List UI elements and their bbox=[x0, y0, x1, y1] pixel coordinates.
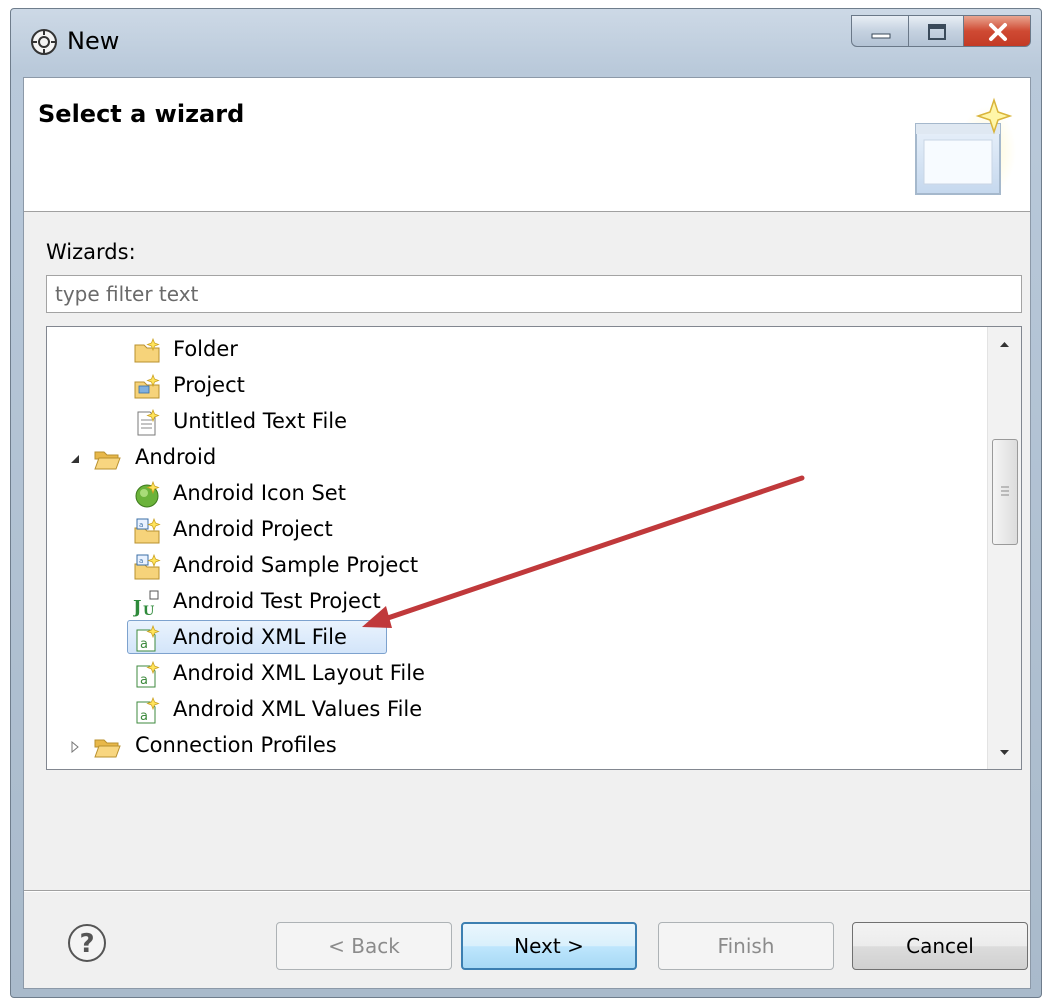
scroll-down-icon[interactable] bbox=[988, 735, 1021, 769]
tree-item-label: Project bbox=[173, 373, 245, 397]
tree-item-android-xml-file[interactable]: a Android XML File bbox=[47, 620, 987, 657]
help-icon[interactable]: ? bbox=[66, 922, 108, 964]
maximize-icon bbox=[928, 24, 946, 40]
tree-item-label: Untitled Text File bbox=[173, 409, 348, 433]
project-new-icon bbox=[134, 373, 160, 399]
svg-text:a: a bbox=[140, 709, 148, 724]
folder-open-icon bbox=[94, 451, 121, 470]
tree-item-folder[interactable]: Folder bbox=[47, 333, 987, 369]
junit-icon: J U bbox=[133, 590, 159, 617]
tree-item-label: Android Project bbox=[173, 517, 333, 541]
wizard-tree[interactable]: Folder Project Untitled Text File Androi… bbox=[46, 326, 1022, 770]
tree-item-android-test-project[interactable]: J U Android Test Project bbox=[47, 585, 987, 621]
tree-item-label: Android bbox=[135, 445, 217, 469]
filter-input[interactable] bbox=[46, 275, 1022, 313]
svg-text:U: U bbox=[143, 604, 155, 617]
tree-item-untitled-text-file[interactable]: Untitled Text File bbox=[47, 405, 987, 441]
android-xml-icon: a bbox=[136, 661, 160, 688]
back-button[interactable]: < Back bbox=[276, 922, 452, 970]
next-button[interactable]: Next > bbox=[461, 922, 637, 970]
title-bar[interactable]: New bbox=[11, 9, 1041, 67]
page-title: Select a wizard bbox=[38, 100, 245, 128]
tree-scrollbar[interactable] bbox=[987, 327, 1021, 769]
close-icon bbox=[989, 23, 1007, 41]
tree-item-android-project[interactable]: a Android Project bbox=[47, 513, 987, 549]
tree-item-android-xml-values-file[interactable]: a Android XML Values File bbox=[47, 693, 987, 729]
tree-item-project[interactable]: Project bbox=[47, 369, 987, 405]
tree-item-label: Android Test Project bbox=[173, 589, 381, 613]
tree-item-label: Connection Profiles bbox=[135, 733, 337, 757]
tree-item-android-xml-layout-file[interactable]: a Android XML Layout File bbox=[47, 657, 987, 693]
tree-item-label: Folder bbox=[173, 337, 238, 361]
svg-text:?: ? bbox=[79, 929, 94, 959]
minimize-icon bbox=[871, 33, 891, 39]
dialog-window: New Select a wizard Wizards: type filter… bbox=[10, 8, 1042, 998]
new-wizard-banner-icon bbox=[915, 97, 1016, 196]
svg-text:a: a bbox=[139, 521, 143, 529]
tree-item-label: Android Sample Project bbox=[173, 553, 419, 577]
minimize-button[interactable] bbox=[851, 15, 909, 47]
svg-text:J: J bbox=[133, 597, 142, 617]
folder-open-icon bbox=[94, 739, 121, 758]
wizard-header: Select a wizard bbox=[24, 78, 1030, 212]
android-xml-icon: a bbox=[136, 625, 160, 652]
android-icon-set-icon bbox=[135, 481, 160, 508]
tree-item-android-icon-set[interactable]: Android Icon Set bbox=[47, 477, 987, 513]
expanded-arrow-icon[interactable] bbox=[69, 453, 81, 465]
svg-text:a: a bbox=[139, 557, 143, 565]
scroll-up-icon[interactable] bbox=[988, 327, 1021, 361]
android-project-icon: a bbox=[134, 517, 161, 544]
tree-item-label: Android XML File bbox=[173, 625, 347, 649]
tree-item-android-sample-project[interactable]: a Android Sample Project bbox=[47, 549, 987, 585]
tree-item-label: Android XML Layout File bbox=[173, 661, 425, 685]
svg-text:a: a bbox=[140, 673, 148, 688]
maximize-button[interactable] bbox=[908, 15, 964, 47]
android-project-icon: a bbox=[134, 553, 161, 580]
tree-item-label: Android Icon Set bbox=[173, 481, 346, 505]
tree-item-android[interactable]: Android bbox=[47, 441, 987, 477]
cancel-button[interactable]: Cancel bbox=[852, 922, 1028, 970]
grip-icon bbox=[1001, 486, 1009, 496]
text-file-new-icon bbox=[137, 409, 160, 436]
dialog-content: Select a wizard Wizards: type filter tex… bbox=[23, 77, 1031, 989]
collapsed-arrow-icon[interactable] bbox=[69, 741, 81, 753]
close-button[interactable] bbox=[963, 15, 1031, 47]
scrollbar-thumb[interactable] bbox=[992, 439, 1018, 545]
svg-text:a: a bbox=[140, 637, 148, 652]
tree-item-connection-profiles[interactable]: Connection Profiles bbox=[47, 729, 987, 765]
folder-new-icon bbox=[134, 337, 160, 363]
android-xml-icon: a bbox=[136, 697, 160, 724]
window-title: New bbox=[67, 27, 120, 55]
tree-item-label: Android XML Values File bbox=[173, 697, 423, 721]
eclipse-new-icon bbox=[31, 29, 57, 55]
footer-divider bbox=[24, 890, 1030, 892]
finish-button[interactable]: Finish bbox=[658, 922, 834, 970]
wizards-label: Wizards: bbox=[46, 240, 136, 264]
